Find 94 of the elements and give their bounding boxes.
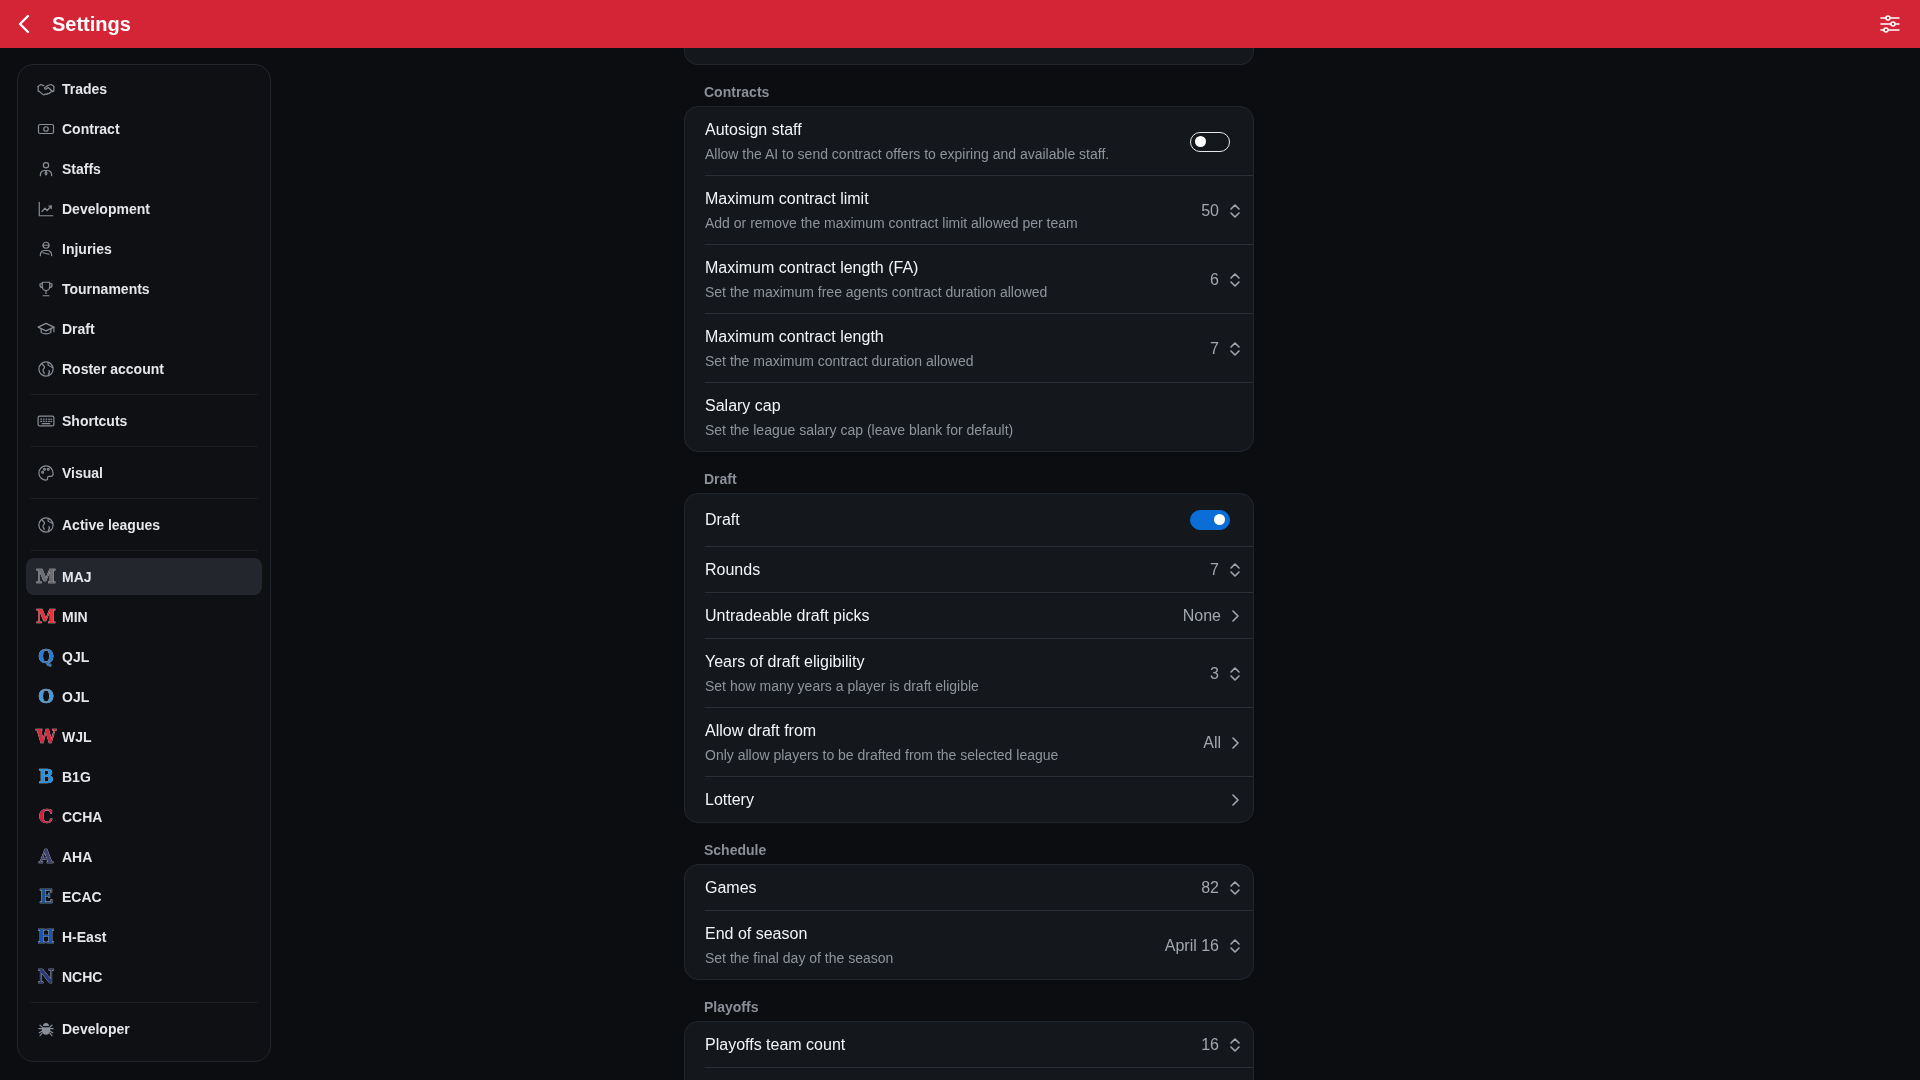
setting-title: Maximum contract limit xyxy=(705,189,870,209)
sidebar-item[interactable]: B B1G xyxy=(26,758,262,795)
setting-description: Set how many years a player is draft eligible xyxy=(705,677,980,695)
sidebar-item[interactable]: Development xyxy=(26,190,262,227)
number-stepper[interactable]: 82 xyxy=(1201,878,1241,898)
setting-title: Maximum contract length xyxy=(705,327,885,347)
setting-title: Lottery xyxy=(705,790,755,810)
sidebar-item[interactable]: C CCHA xyxy=(26,798,262,835)
setting-description: Set the final day of the season xyxy=(705,949,895,967)
up-down-chevron-icon xyxy=(1229,880,1241,896)
globe-icon xyxy=(37,515,55,534)
setting-description: Add or remove the maximum contract limit allowed per team xyxy=(705,214,1079,232)
sliders-icon[interactable] xyxy=(1880,15,1900,33)
sidebar-item[interactable]: Trades xyxy=(26,70,262,107)
league-logo: H xyxy=(37,926,55,947)
section-heading: Schedule xyxy=(704,841,768,859)
league-logo: M xyxy=(37,566,55,587)
setting-title: Games xyxy=(705,878,758,898)
number-stepper[interactable]: 50 xyxy=(1201,200,1241,221)
sidebar-item[interactable]: Staffs xyxy=(26,150,262,187)
chevron-right-icon xyxy=(1231,735,1239,750)
league-logo: C xyxy=(37,806,55,827)
chevron-right-icon xyxy=(1231,609,1239,623)
up-down-chevron-icon xyxy=(1229,937,1241,954)
setting-title: Years of draft eligibility xyxy=(705,652,866,672)
sidebar-item[interactable]: Injuries xyxy=(26,230,262,267)
setting-title: Draft xyxy=(705,510,741,530)
sidebar-item[interactable]: H H-East xyxy=(26,918,262,955)
palette-icon xyxy=(37,463,55,482)
sidebar-item[interactable]: E ECAC xyxy=(26,878,262,915)
setting-description: Only allow players to be drafted from the selected league xyxy=(705,746,1060,764)
page-title: Settings xyxy=(52,12,131,36)
up-down-chevron-icon xyxy=(1229,202,1241,219)
section-heading: Contracts xyxy=(704,83,771,101)
up-down-chevron-icon xyxy=(1229,1037,1241,1053)
sidebar-item[interactable]: W WJL xyxy=(26,718,262,755)
number-stepper[interactable]: April 16 xyxy=(1164,935,1241,956)
setting-title: Rounds xyxy=(705,560,762,580)
chevron-left-icon xyxy=(18,14,30,34)
section-heading: Draft xyxy=(704,470,738,488)
league-logo: E xyxy=(38,886,54,907)
setting-title: End of season xyxy=(705,924,809,944)
sidebar-item[interactable]: Roster account xyxy=(26,350,262,387)
sidebar-item[interactable]: Draft xyxy=(26,310,262,347)
sidebar-item[interactable]: Visual xyxy=(26,454,262,491)
sidebar-item[interactable]: M MAJ xyxy=(26,558,262,595)
sidebar-item[interactable]: N NCHC xyxy=(26,958,262,995)
line-chart-icon xyxy=(37,199,55,218)
league-logo: Q xyxy=(37,646,55,667)
setting-title: Untradeable draft picks xyxy=(705,606,871,626)
globe-icon xyxy=(37,359,55,378)
number-stepper[interactable]: 3 xyxy=(1210,663,1241,684)
setting-title: Maximum contract length (FA) xyxy=(705,258,920,278)
setting-description: Set the maximum free agents contract duration allowed xyxy=(705,283,1049,301)
setting-title: Autosign staff xyxy=(705,120,803,140)
setting-description: Set the maximum contract duration allowed xyxy=(705,352,975,370)
league-logo: N xyxy=(37,966,55,987)
section-heading: Playoffs xyxy=(704,998,760,1016)
setting-title: Allow draft from xyxy=(705,721,818,741)
setting-description: Set the league salary cap (leave blank for default) xyxy=(705,421,1015,439)
bandaged-person-icon xyxy=(37,239,55,258)
sidebar-item[interactable]: Tournaments xyxy=(26,270,262,307)
number-stepper[interactable]: 6 xyxy=(1210,269,1241,290)
league-logo: W xyxy=(37,726,55,747)
toggle-switch[interactable] xyxy=(1190,510,1230,530)
sidebar-item[interactable]: Contract xyxy=(26,110,262,147)
sidebar-item[interactable]: M MIN xyxy=(26,598,262,635)
person-tie-icon xyxy=(37,159,55,178)
sidebar-item[interactable]: O OJL xyxy=(26,678,262,715)
sidebar-item[interactable]: Developer xyxy=(26,1010,262,1047)
sidebar-item[interactable]: A AHA xyxy=(26,838,262,875)
select-control[interactable] xyxy=(1231,793,1241,807)
setting-description: Allow the AI to send contract offers to expiring and available staff. xyxy=(705,145,1111,163)
trophy-icon xyxy=(37,279,55,298)
league-logo: M xyxy=(37,606,55,627)
sidebar-item[interactable]: Q QJL xyxy=(26,638,262,675)
league-logo: A xyxy=(38,846,55,867)
setting-title: Salary cap xyxy=(705,396,782,416)
number-stepper[interactable]: 7 xyxy=(1210,560,1241,580)
up-down-chevron-icon xyxy=(1229,340,1241,357)
up-down-chevron-icon xyxy=(1229,562,1241,578)
number-stepper[interactable]: 7 xyxy=(1210,338,1241,359)
select-control[interactable]: None xyxy=(1182,606,1241,626)
select-control[interactable]: All xyxy=(1203,732,1241,753)
setting-title: Playoffs team count xyxy=(705,1035,847,1055)
league-logo: O xyxy=(37,686,55,707)
up-down-chevron-icon xyxy=(1229,665,1241,682)
sidebar-item[interactable]: Active leagues xyxy=(26,506,262,543)
chevron-right-icon xyxy=(1231,793,1239,807)
league-logo: B xyxy=(37,766,55,787)
back-button[interactable] xyxy=(18,14,32,34)
up-down-chevron-icon xyxy=(1229,271,1241,288)
number-stepper[interactable]: 16 xyxy=(1201,1035,1241,1055)
sidebar-item[interactable]: Shortcuts xyxy=(26,402,262,439)
